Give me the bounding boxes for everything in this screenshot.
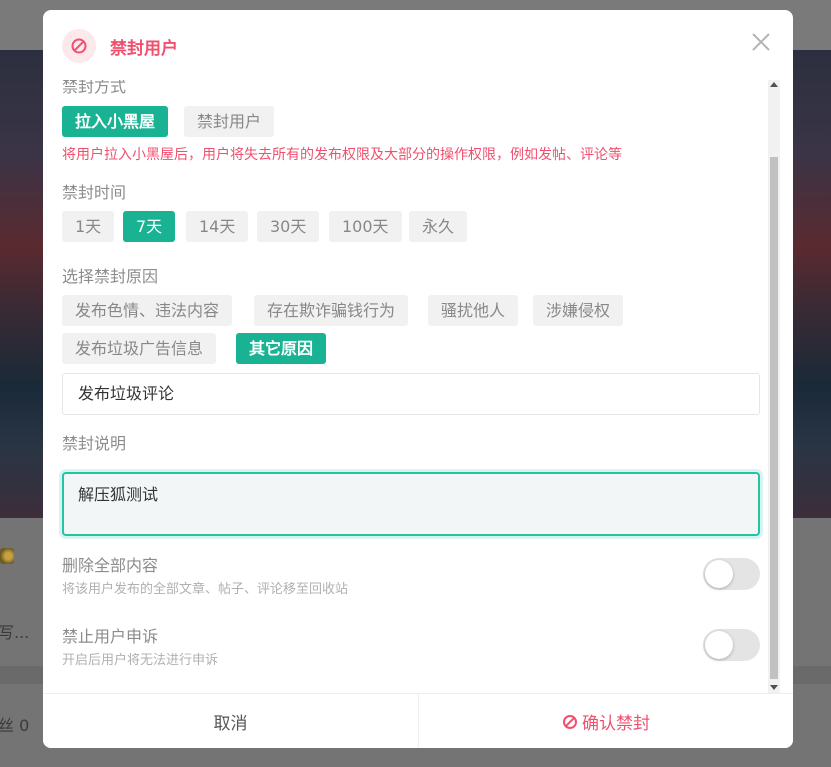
ban-description-textarea[interactable]: 解压狐测试 — [62, 472, 760, 536]
forbid-appeal-toggle[interactable] — [703, 629, 760, 661]
delete-all-title: 删除全部内容 — [62, 556, 159, 575]
ban-method-ban-user-chip[interactable]: 禁封用户 — [184, 106, 275, 137]
cancel-button[interactable]: 取消 — [43, 694, 418, 748]
dialog-title: 禁封用户 — [110, 39, 178, 59]
reason-chip-spam-ads[interactable]: 发布垃圾广告信息 — [62, 333, 217, 364]
toggle-knob — [705, 631, 733, 659]
dialog-scrollbar[interactable] — [768, 80, 780, 693]
reason-chip-harassment[interactable]: 骚扰他人 — [428, 295, 519, 326]
reason-chip-fraud[interactable]: 存在欺诈骗钱行为 — [254, 295, 409, 326]
ban-method-label: 禁封方式 — [62, 80, 127, 96]
duration-chip-forever[interactable]: 永久 — [409, 211, 468, 242]
dialog-footer: 取消 确认禁封 — [43, 693, 793, 748]
close-icon[interactable] — [751, 32, 771, 52]
dialog-header: 禁封用户 — [43, 10, 793, 80]
badge-icon — [0, 548, 14, 564]
forbid-appeal-subtitle: 开启后用户将无法进行申诉 — [62, 653, 219, 668]
ban-icon — [563, 714, 577, 729]
reason-chip-infringement[interactable]: 涉嫌侵权 — [533, 295, 624, 326]
background-fans-count: 丝 0 — [0, 716, 30, 735]
duration-chip-14d[interactable]: 14天 — [186, 211, 249, 242]
duration-chip-100d[interactable]: 100天 — [329, 211, 402, 242]
confirm-ban-button[interactable]: 确认禁封 — [419, 694, 793, 748]
duration-chip-30d[interactable]: 30天 — [257, 211, 320, 242]
ban-method-blacklist-chip[interactable]: 拉入小黑屋 — [62, 106, 169, 137]
duration-chip-1d[interactable]: 1天 — [62, 211, 115, 242]
confirm-ban-label: 确认禁封 — [582, 714, 650, 734]
scrollbar-thumb[interactable] — [770, 157, 778, 679]
ban-description-label: 禁封说明 — [62, 434, 127, 453]
reason-chip-other[interactable]: 其它原因 — [236, 333, 327, 364]
scroll-up-arrow-icon[interactable] — [770, 82, 778, 87]
ban-method-hint: 将用户拉入小黑屋后，用户将失去所有的发布权限及大部分的操作权限，例如发帖、评论等 — [62, 147, 622, 163]
scroll-down-arrow-icon[interactable] — [770, 685, 778, 690]
delete-all-toggle[interactable] — [703, 558, 760, 590]
custom-reason-input[interactable]: 发布垃圾评论 — [62, 373, 760, 415]
duration-chip-7d[interactable]: 7天 — [123, 211, 176, 242]
ban-user-dialog: 禁封用户 禁封方式 拉入小黑屋 禁封用户 将用户拉入小黑屋后，用户将失去所有的发… — [43, 10, 793, 748]
delete-all-subtitle: 将该用户发布的全部文章、帖子、评论移至回收站 — [62, 582, 349, 597]
ban-icon — [62, 29, 96, 63]
ban-reason-label: 选择禁封原因 — [62, 267, 159, 286]
background-text: 写... — [0, 623, 30, 642]
ban-duration-label: 禁封时间 — [62, 183, 127, 202]
reason-chip-illegal[interactable]: 发布色情、违法内容 — [62, 295, 233, 326]
forbid-appeal-title: 禁止用户申诉 — [62, 627, 159, 646]
toggle-knob — [705, 560, 733, 588]
